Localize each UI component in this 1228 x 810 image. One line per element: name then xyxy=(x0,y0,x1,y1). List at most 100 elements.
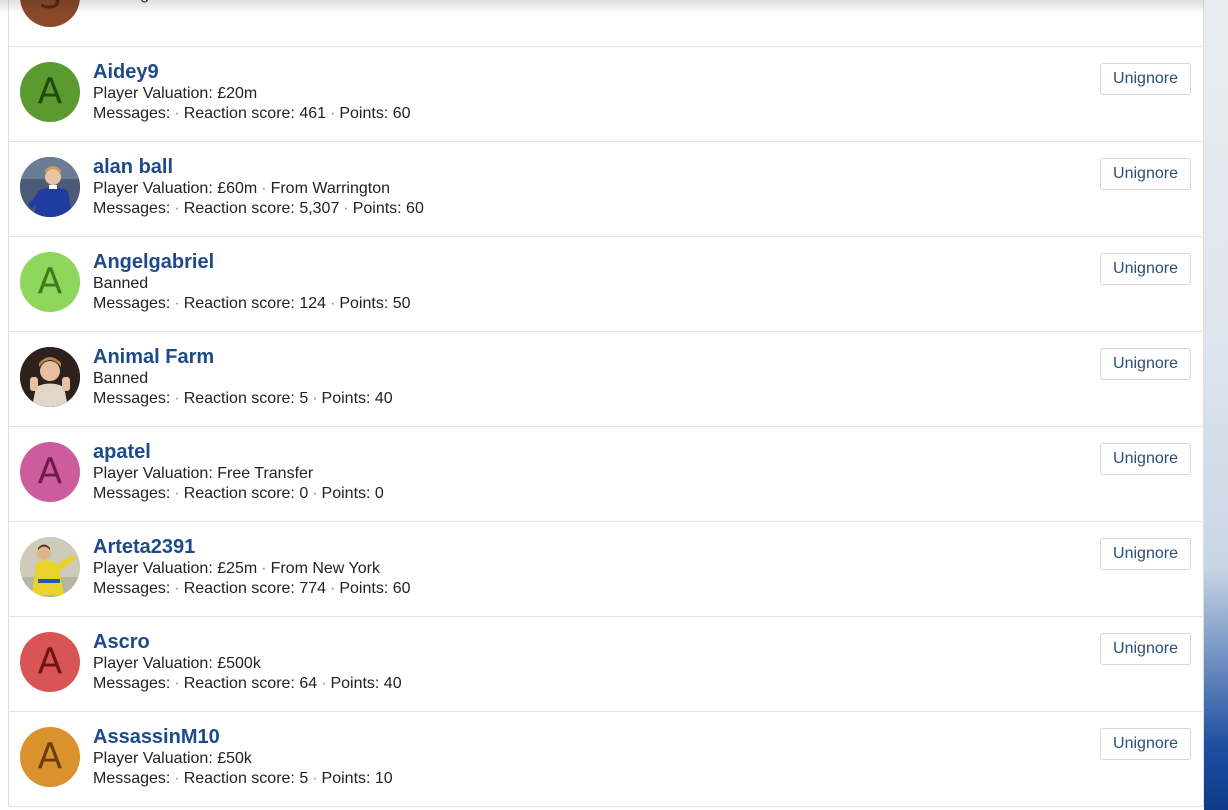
member-stat: Reaction score: 461 xyxy=(183,105,327,122)
member-row: A Angelgabriel Banned Messages: · Reaction sc… xyxy=(9,237,1203,332)
member-stats-line: Messages: · Reaction score: 461 · Points: 60 xyxy=(93,104,411,124)
member-stat: Reaction score: 0 xyxy=(183,485,309,502)
separator-dot: · xyxy=(312,390,318,407)
member-stat: Reaction score: 5 xyxy=(183,770,309,787)
member-stat: Reaction score: 5,307 xyxy=(183,200,340,217)
photo-art xyxy=(20,347,80,407)
username-link[interactable]: Aidey9 xyxy=(93,60,411,84)
separator-dot: · xyxy=(174,580,180,597)
avatar-letter[interactable]: A xyxy=(20,632,80,692)
member-row: A AssassinM10 Player Valuation: £50k Messag… xyxy=(9,712,1203,807)
member-stats-line: Messages:·Reaction score: 2·Points: 30 xyxy=(93,0,393,5)
member-stats-line: Messages: · Reaction score: 5 · Points: 40 xyxy=(93,389,393,409)
avatar-letter[interactable]: A xyxy=(20,62,80,122)
window-backdrop xyxy=(1204,0,1228,810)
member-stat: Messages: xyxy=(93,770,171,787)
username-link[interactable]: Angelgabriel xyxy=(93,250,411,274)
member-stat: Points: 60 xyxy=(352,200,424,217)
member-stat: Messages: xyxy=(93,390,171,407)
member-stats-line: Messages: · Reaction score: 5,307 · Points: … xyxy=(93,199,424,219)
member-stat: Reaction score: 5 xyxy=(183,390,309,407)
member-title-line: Player Valuation: £60m · From Warrington xyxy=(93,179,424,199)
username-link[interactable]: AssassinM10 xyxy=(93,725,393,749)
unignore-button[interactable]: Unignore xyxy=(1100,253,1191,285)
member-stat: Reaction score: 64 xyxy=(183,675,318,692)
member-title-line: Player Valuation: £20m xyxy=(93,84,411,104)
avatar-initial: A xyxy=(37,71,63,112)
member-row: A Ascro Player Valuation: £500k Messages: · R… xyxy=(9,617,1203,712)
member-info: Arteta2391 Player Valuation: £25m · From Ne… xyxy=(93,535,411,599)
separator-dot: · xyxy=(174,200,180,217)
avatar-initial: A xyxy=(37,261,63,302)
member-stats-line: Messages: · Reaction score: 5 · Points: 10 xyxy=(93,769,393,789)
member-info: alan ball Player Valuation: £60m · From War… xyxy=(93,155,424,219)
username-link[interactable]: Ascro xyxy=(93,630,402,654)
unignore-button[interactable]: Unignore xyxy=(1100,538,1191,570)
member-row: Animal Farm Banned Messages: · Reaction scor… xyxy=(9,332,1203,427)
avatar-initial: A xyxy=(37,736,63,777)
member-stat: Points: 0 xyxy=(321,485,384,502)
avatar-initial: A xyxy=(37,641,63,682)
unignore-button[interactable]: Unignore xyxy=(1100,443,1191,475)
member-detail: Player Valuation: £60m xyxy=(93,180,258,197)
unignore-button[interactable]: Unignore xyxy=(1100,348,1191,380)
unignore-button[interactable]: Unignore xyxy=(1100,728,1191,760)
member-stat: Messages: xyxy=(93,580,171,597)
username-link[interactable]: alan ball xyxy=(93,155,424,179)
avatar-initial: A xyxy=(37,451,63,492)
member-stat: Reaction score: 2 xyxy=(184,0,309,3)
member-detail: Banned xyxy=(93,370,149,387)
member-detail: From New York xyxy=(270,560,380,577)
member-detail: Player Valuation: Free Transfer xyxy=(93,465,314,482)
separator-dot: · xyxy=(330,580,336,597)
separator-dot: · xyxy=(174,675,180,692)
member-title-line: Player Valuation: £50k xyxy=(93,749,393,769)
member-stat: Points: 50 xyxy=(339,295,411,312)
member-info: apatel Player Valuation: Free Transfer Mes… xyxy=(93,440,384,504)
member-stat: Messages: xyxy=(93,200,171,217)
member-stat: Messages: xyxy=(93,105,171,122)
member-detail: Banned xyxy=(93,275,149,292)
avatar-photo[interactable] xyxy=(20,537,80,597)
avatar-letter[interactable]: A xyxy=(20,727,80,787)
unignore-button[interactable]: Unignore xyxy=(1100,63,1191,95)
separator-dot: · xyxy=(312,770,318,787)
separator-dot: · xyxy=(321,675,327,692)
member-stat: Points: 30 xyxy=(322,0,393,3)
separator-dot: · xyxy=(312,485,318,502)
avatar-initial: S xyxy=(39,0,62,15)
member-info: Angelgabriel Banned Messages: · Reaction sco… xyxy=(93,250,411,314)
separator-dot: · xyxy=(308,0,321,3)
username-link[interactable]: apatel xyxy=(93,440,384,464)
member-stat: Points: 60 xyxy=(339,105,411,122)
separator-dot: · xyxy=(174,770,180,787)
member-info: Animal Farm Banned Messages: · Reaction scor… xyxy=(93,345,393,409)
separator-dot: · xyxy=(174,485,180,502)
avatar-letter[interactable]: S xyxy=(20,0,80,27)
member-row: Aapatel Player Valuation: Free Transfer Me… xyxy=(9,427,1203,522)
avatar-photo[interactable] xyxy=(20,157,80,217)
member-stats-line: Messages: · Reaction score: 124 · Points: 50 xyxy=(93,294,411,314)
member-detail: Player Valuation: £20m xyxy=(93,85,258,102)
member-row: A Aidey9 Player Valuation: £20m Messages: · R… xyxy=(9,47,1203,142)
member-detail: Player Valuation: £500k xyxy=(93,655,261,672)
separator-dot: · xyxy=(343,200,349,217)
avatar-letter[interactable]: A xyxy=(20,252,80,312)
separator-dot: · xyxy=(330,295,336,312)
avatar-photo[interactable] xyxy=(20,347,80,407)
member-stat: Reaction score: 124 xyxy=(183,295,327,312)
member-stat: Points: 40 xyxy=(330,675,402,692)
member-stat: Points: 60 xyxy=(339,580,411,597)
separator-dot: · xyxy=(174,390,180,407)
separator-dot: · xyxy=(261,560,267,577)
username-link[interactable]: Arteta2391 xyxy=(93,535,411,559)
username-link[interactable]: Animal Farm xyxy=(93,345,393,369)
member-stats-line: Messages: · Reaction score: 774 · Points: 60 xyxy=(93,579,411,599)
avatar-letter[interactable]: A xyxy=(20,442,80,502)
unignore-button[interactable]: Unignore xyxy=(1100,158,1191,190)
member-title-line: Player Valuation: £25m · From New York xyxy=(93,559,411,579)
unignore-button[interactable]: Unignore xyxy=(1100,633,1191,665)
member-info: Aidey9 Player Valuation: £20m Messages: · Re… xyxy=(93,60,411,124)
separator-dot: · xyxy=(174,295,180,312)
member-stat: Messages: xyxy=(93,675,171,692)
